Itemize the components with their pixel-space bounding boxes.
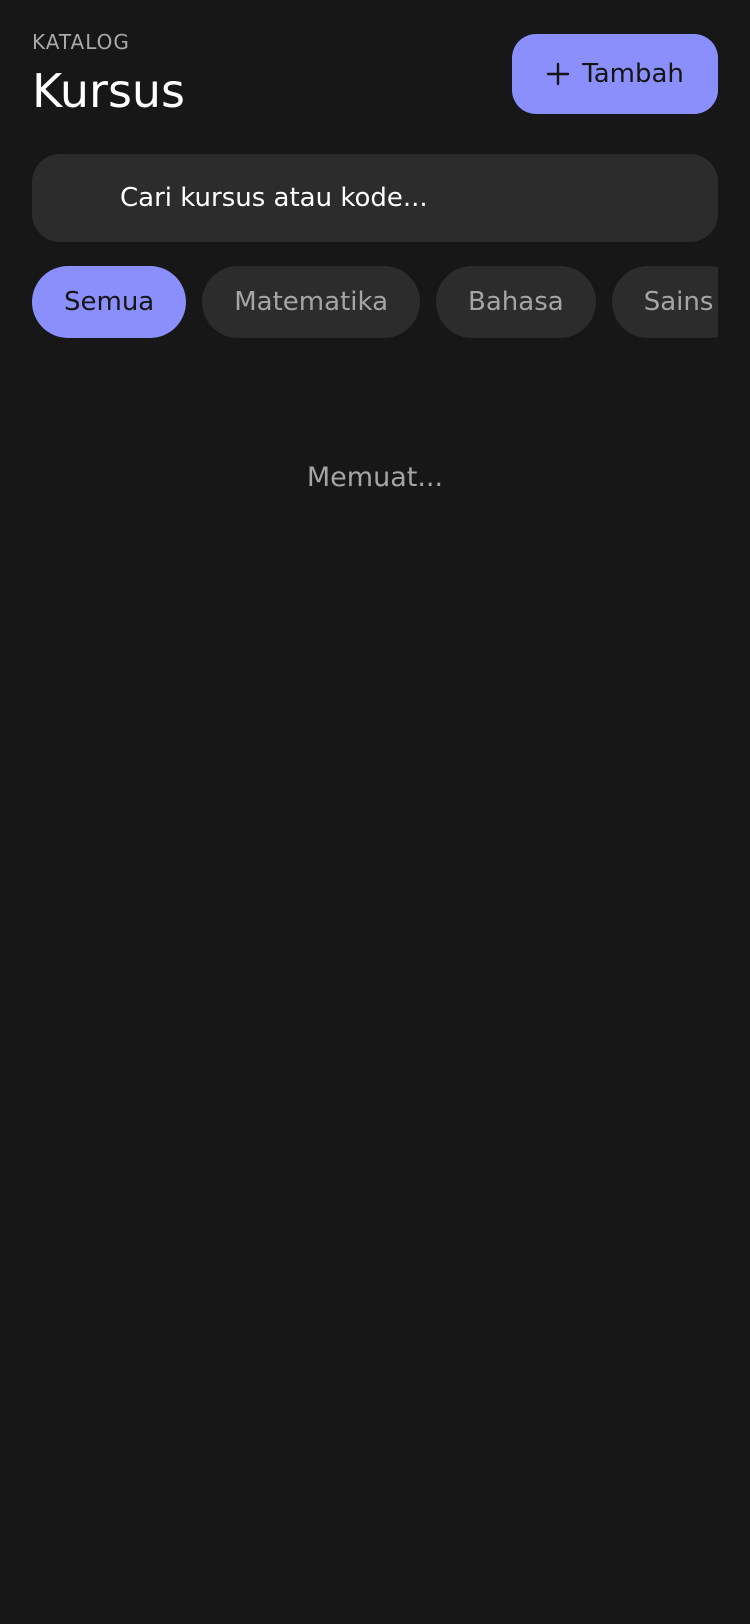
loading-status: Memuat... xyxy=(306,462,444,493)
section-eyebrow: KATALOG xyxy=(32,30,130,54)
filter-chip-bahasa[interactable]: Bahasa xyxy=(436,266,596,338)
page-title: Kursus xyxy=(32,64,186,118)
category-filter-bar: Semua Matematika Bahasa Sains xyxy=(32,266,718,338)
filter-chip-matematika[interactable]: Matematika xyxy=(202,266,421,338)
search-input[interactable] xyxy=(120,183,680,213)
filter-chip-sains[interactable]: Sains xyxy=(611,266,718,338)
filter-chip-semua[interactable]: Semua xyxy=(32,266,187,338)
category-filter-track: Semua Matematika Bahasa Sains xyxy=(32,266,718,338)
search-box[interactable] xyxy=(32,154,718,242)
add-button-label: Tambah xyxy=(582,59,684,89)
page-header: KATALOG Kursus Tambah xyxy=(32,26,718,126)
add-course-button[interactable]: Tambah xyxy=(512,34,718,114)
plus-icon xyxy=(546,62,570,86)
